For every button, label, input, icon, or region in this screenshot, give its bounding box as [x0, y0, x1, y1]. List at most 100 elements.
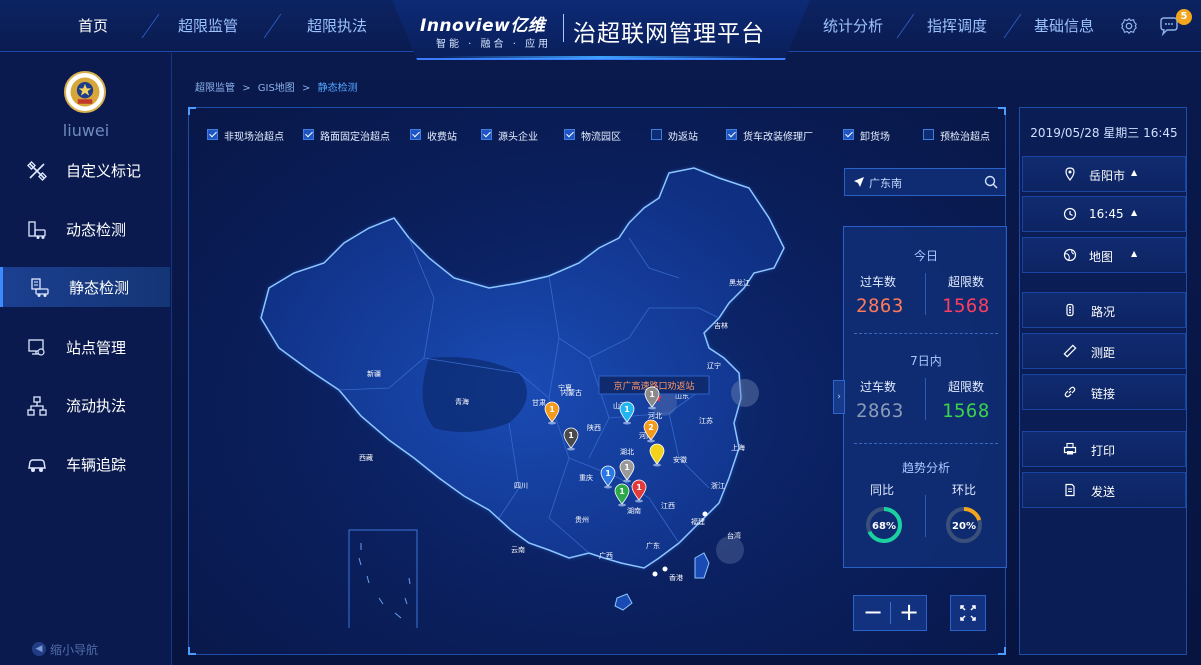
province-label: 香港	[669, 573, 683, 582]
avatar[interactable]	[64, 71, 106, 113]
yoy-value: 68%	[872, 521, 896, 532]
nav-statistics[interactable]: 统计分析	[823, 0, 883, 52]
nav-overlimit-supervision[interactable]: 超限监管	[178, 0, 238, 52]
province-label: 陕西	[587, 423, 601, 432]
checkbox[interactable]	[303, 129, 314, 140]
sidebar-item-label: 流动执法	[66, 397, 127, 415]
yoy-ring-chart: 68%	[866, 507, 902, 543]
breadcrumb-item[interactable]: 超限监管	[195, 83, 235, 94]
traffic-icon	[1066, 303, 1074, 317]
checkbox[interactable]	[564, 129, 575, 140]
yoy-label: 同比	[870, 483, 895, 497]
china-map[interactable]: 黑龙江 吉林 辽宁 内蒙古 北京 天津 河北 新疆 青海 甘肃 宁夏 山西 山东…	[249, 158, 839, 628]
map-pin-count: 1	[619, 487, 625, 496]
mobile-enforce-icon	[27, 396, 47, 416]
province-label: 上海	[731, 443, 745, 452]
filter-label: 路面固定治超点	[320, 132, 390, 143]
sidebar-item-vehicle-track[interactable]: 车辆追踪	[0, 444, 170, 484]
filter-label: 劝返站	[668, 132, 698, 143]
datetime-display: 2019/05/28 星期三 16:45	[1030, 126, 1178, 140]
collapse-nav-label: 缩小导航	[50, 643, 99, 657]
link-button[interactable]: 链接	[1022, 374, 1186, 410]
measure-button[interactable]: 测距	[1022, 333, 1186, 369]
measure-label: 测距	[1091, 346, 1116, 360]
sidebar-item-site-manage[interactable]: 站点管理	[0, 327, 170, 367]
search-input[interactable]	[869, 173, 979, 193]
checkbox[interactable]	[207, 129, 218, 140]
checkbox[interactable]	[923, 129, 934, 140]
print-label: 打印	[1091, 444, 1116, 458]
vehicle-track-icon	[28, 459, 46, 472]
sidebar-item-mobile-enforce[interactable]: 流动执法	[0, 385, 170, 425]
send-button[interactable]: 发送	[1022, 472, 1186, 508]
today-over-value: 1568	[942, 295, 990, 317]
city-dot	[702, 511, 708, 517]
nine-dash-line	[358, 543, 411, 619]
checkbox[interactable]	[726, 129, 737, 140]
checkbox[interactable]	[481, 129, 492, 140]
zoom-control: − +	[853, 595, 927, 631]
map-type-selector[interactable]: 地图 ▲	[1022, 237, 1186, 273]
checkbox[interactable]	[651, 129, 662, 140]
hainan-island	[614, 593, 633, 611]
city-selector[interactable]: 岳阳市 ▲	[1022, 156, 1186, 192]
sidebar-item-custom-mark[interactable]: 自定义标记	[0, 150, 170, 190]
taiwan-island	[694, 552, 710, 579]
checkbox[interactable]	[410, 129, 421, 140]
layer-filter-bar: 非现场治超点 路面固定治超点 收费站 源头企业 物流园区 劝返站 货车改装修理厂…	[207, 126, 997, 144]
city-halo	[731, 379, 759, 407]
caret-up-icon: ▲	[1131, 168, 1138, 177]
province-label: 西藏	[359, 453, 373, 462]
map-pin-shadow	[604, 485, 612, 489]
checkbox[interactable]	[843, 129, 854, 140]
breadcrumb: 超限监管 > GIS地图 > 静态检测	[195, 79, 358, 94]
map-pin-shadow	[548, 421, 556, 425]
collapse-nav-button[interactable]: ◀ 缩小导航	[32, 641, 99, 658]
print-button[interactable]: 打印	[1022, 431, 1186, 467]
statistics-panel: 今日 过车数 超限数 2863 1568 7日内 过车数 超限数 2863 15…	[843, 226, 1007, 568]
nav-separator	[1003, 14, 1022, 38]
nav-separator	[896, 14, 915, 38]
zoom-out-button[interactable]: −	[856, 598, 890, 628]
panel-corner	[998, 647, 1006, 655]
time-selector[interactable]: 16:45 ▲	[1022, 196, 1186, 232]
fullscreen-button[interactable]	[950, 595, 986, 631]
gear-icon[interactable]	[1120, 17, 1138, 35]
breadcrumb-item[interactable]: GIS地图	[258, 83, 295, 94]
custom-mark-icon	[27, 161, 47, 181]
brand-logo: Innoview亿维	[420, 16, 546, 36]
city-dot	[662, 566, 668, 572]
nav-separator	[263, 14, 282, 38]
today-pass-value: 2863	[856, 295, 904, 317]
zoom-in-button[interactable]: +	[892, 598, 926, 628]
map-pin-shadow	[623, 479, 631, 483]
sidebar-item-static-detect[interactable]: 静态检测	[0, 267, 170, 307]
left-sidebar: liuwei 自定义标记 动态检测 静态检测 站点管理 流动执法 车辆追踪 ◀ …	[0, 53, 172, 665]
search-icon[interactable]	[984, 175, 998, 189]
location-arrow-icon	[854, 177, 864, 187]
map-panel: 非现场治超点 路面固定治超点 收费站 源头企业 物流园区 劝返站 货车改装修理厂…	[188, 107, 1007, 655]
panel-corner	[998, 107, 1006, 115]
map-type-label: 地图	[1089, 250, 1114, 264]
link-icon	[1064, 386, 1076, 398]
traffic-button[interactable]: 路况	[1022, 292, 1186, 328]
city-dot	[652, 571, 658, 577]
nav-home[interactable]: 首页	[78, 0, 108, 52]
nav-command-dispatch[interactable]: 指挥调度	[927, 0, 987, 52]
province-label: 新疆	[367, 369, 381, 378]
nav-overlimit-enforcement[interactable]: 超限执法	[307, 0, 367, 52]
dynamic-detect-icon	[28, 221, 46, 239]
panel-corner	[188, 107, 196, 115]
collapse-stats-tab[interactable]: ›	[833, 380, 845, 414]
province-label: 青海	[455, 397, 469, 406]
province-label: 安徽	[673, 455, 687, 464]
platform-title: 治超联网管理平台	[573, 21, 765, 47]
stat-dashed-divider	[854, 443, 998, 444]
week-over-label: 超限数	[948, 380, 985, 394]
nav-basic-info[interactable]: 基础信息	[1034, 0, 1094, 52]
sidebar-item-dynamic-detect[interactable]: 动态检测	[0, 209, 170, 249]
map-pin-shadow	[647, 439, 655, 443]
trend-title: 趋势分析	[901, 461, 950, 475]
chevron-right-icon: ›	[837, 392, 841, 402]
map-pin-shadow	[618, 503, 626, 507]
